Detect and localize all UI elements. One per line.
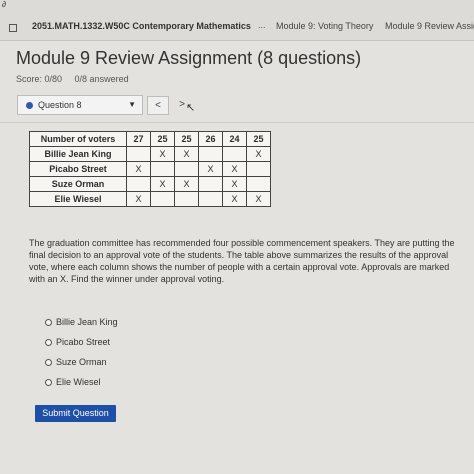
- table-row: Billie Jean King X X X: [29, 146, 271, 162]
- table-header-label: Number of voters: [29, 131, 127, 147]
- browser-tab-bar: ∂ 2051.MATH.1332.W50C Contemporary Mathe…: [0, 0, 474, 41]
- table-header-row: Number of voters 27 25 25 26 24 25: [29, 131, 271, 147]
- column-header: 25: [246, 131, 271, 147]
- vote-cell: X: [126, 161, 151, 177]
- vote-cell: [198, 146, 223, 162]
- vote-cell: [198, 176, 223, 192]
- table-row: Picabo Street X X X: [29, 161, 271, 177]
- radio-button[interactable]: [45, 338, 52, 346]
- vote-cell: [246, 161, 271, 177]
- score-text: Score: 0/80: [16, 74, 63, 84]
- option-label: Elie Wiesel: [56, 377, 101, 387]
- answer-options: Billie Jean King Picabo Street Suze Orma…: [45, 312, 118, 392]
- vote-cell: X: [222, 161, 247, 177]
- mouse-pointer-icon: ↖: [186, 102, 196, 114]
- breadcrumb-ellipsis[interactable]: ...: [258, 20, 266, 30]
- option-label: Suze Orman: [56, 357, 107, 367]
- radio-button[interactable]: [45, 358, 52, 366]
- vote-cell: [222, 146, 247, 162]
- option-elie-wiesel[interactable]: Elie Wiesel: [45, 372, 118, 392]
- column-header: 24: [222, 131, 247, 147]
- column-header: 27: [126, 131, 151, 147]
- vote-cell: [246, 176, 271, 192]
- page-title: Module 9 Review Assignment (8 questions): [16, 48, 362, 68]
- option-picabo-street[interactable]: Picabo Street: [45, 332, 118, 352]
- corner-glyph: ∂: [2, 0, 6, 9]
- vote-cell: [150, 161, 175, 177]
- vote-cell: [126, 176, 151, 192]
- vote-cell: X: [174, 146, 199, 162]
- candidate-name: Suze Orman: [29, 176, 127, 192]
- option-billie-jean-king[interactable]: Billie Jean King: [45, 312, 118, 332]
- candidate-name: Picabo Street: [29, 161, 127, 177]
- vote-cell: X: [198, 161, 223, 177]
- vote-cell: X: [150, 146, 175, 162]
- vote-cell: X: [126, 191, 151, 207]
- column-header: 25: [174, 131, 199, 147]
- vote-cell: X: [174, 176, 199, 192]
- vote-cell: X: [246, 146, 271, 162]
- vote-cell: X: [246, 191, 271, 207]
- caret-down-icon: ▼: [128, 100, 136, 109]
- option-suze-orman[interactable]: Suze Orman: [45, 352, 118, 372]
- vote-cell: [126, 146, 151, 162]
- vote-cell: X: [150, 176, 175, 192]
- candidate-name: Billie Jean King: [29, 146, 127, 162]
- vote-cell: X: [222, 191, 247, 207]
- vote-cell: [174, 191, 199, 207]
- candidate-name: Elie Wiesel: [29, 191, 127, 207]
- breadcrumb-assignment[interactable]: Module 9 Review Assign: [385, 21, 474, 31]
- vote-cell: [174, 161, 199, 177]
- prev-question-button[interactable]: <: [147, 96, 169, 115]
- option-label: Picabo Street: [56, 337, 111, 347]
- question-select[interactable]: Question 8 ▼: [17, 95, 143, 115]
- answered-text: 0/8 answered: [74, 74, 129, 84]
- column-header: 26: [198, 131, 223, 147]
- column-header: 25: [150, 131, 175, 147]
- table-row: Elie Wiesel X X X: [29, 191, 271, 207]
- approval-vote-table: Number of voters 27 25 25 26 24 25 Billi…: [29, 131, 271, 207]
- status-dot-icon: [26, 102, 33, 109]
- problem-text: The graduation committee has recommended…: [29, 238, 455, 284]
- radio-button[interactable]: [45, 318, 52, 326]
- divider: [0, 122, 474, 123]
- vote-cell: X: [222, 176, 247, 192]
- submit-question-button[interactable]: Submit Question: [35, 405, 116, 422]
- table-row: Suze Orman X X X: [29, 176, 271, 192]
- score-line: Score: 0/80 0/8 answered: [16, 74, 139, 84]
- vote-cell: [198, 191, 223, 207]
- option-label: Billie Jean King: [56, 317, 118, 327]
- radio-button[interactable]: [45, 378, 52, 386]
- breadcrumb-module[interactable]: Module 9: Voting Theory: [276, 21, 373, 31]
- question-select-label: Question 8: [38, 100, 82, 110]
- course-tab[interactable]: 2051.MATH.1332.W50C Contemporary Mathema…: [32, 21, 251, 31]
- tab-square-icon[interactable]: [9, 24, 17, 32]
- vote-cell: [150, 191, 175, 207]
